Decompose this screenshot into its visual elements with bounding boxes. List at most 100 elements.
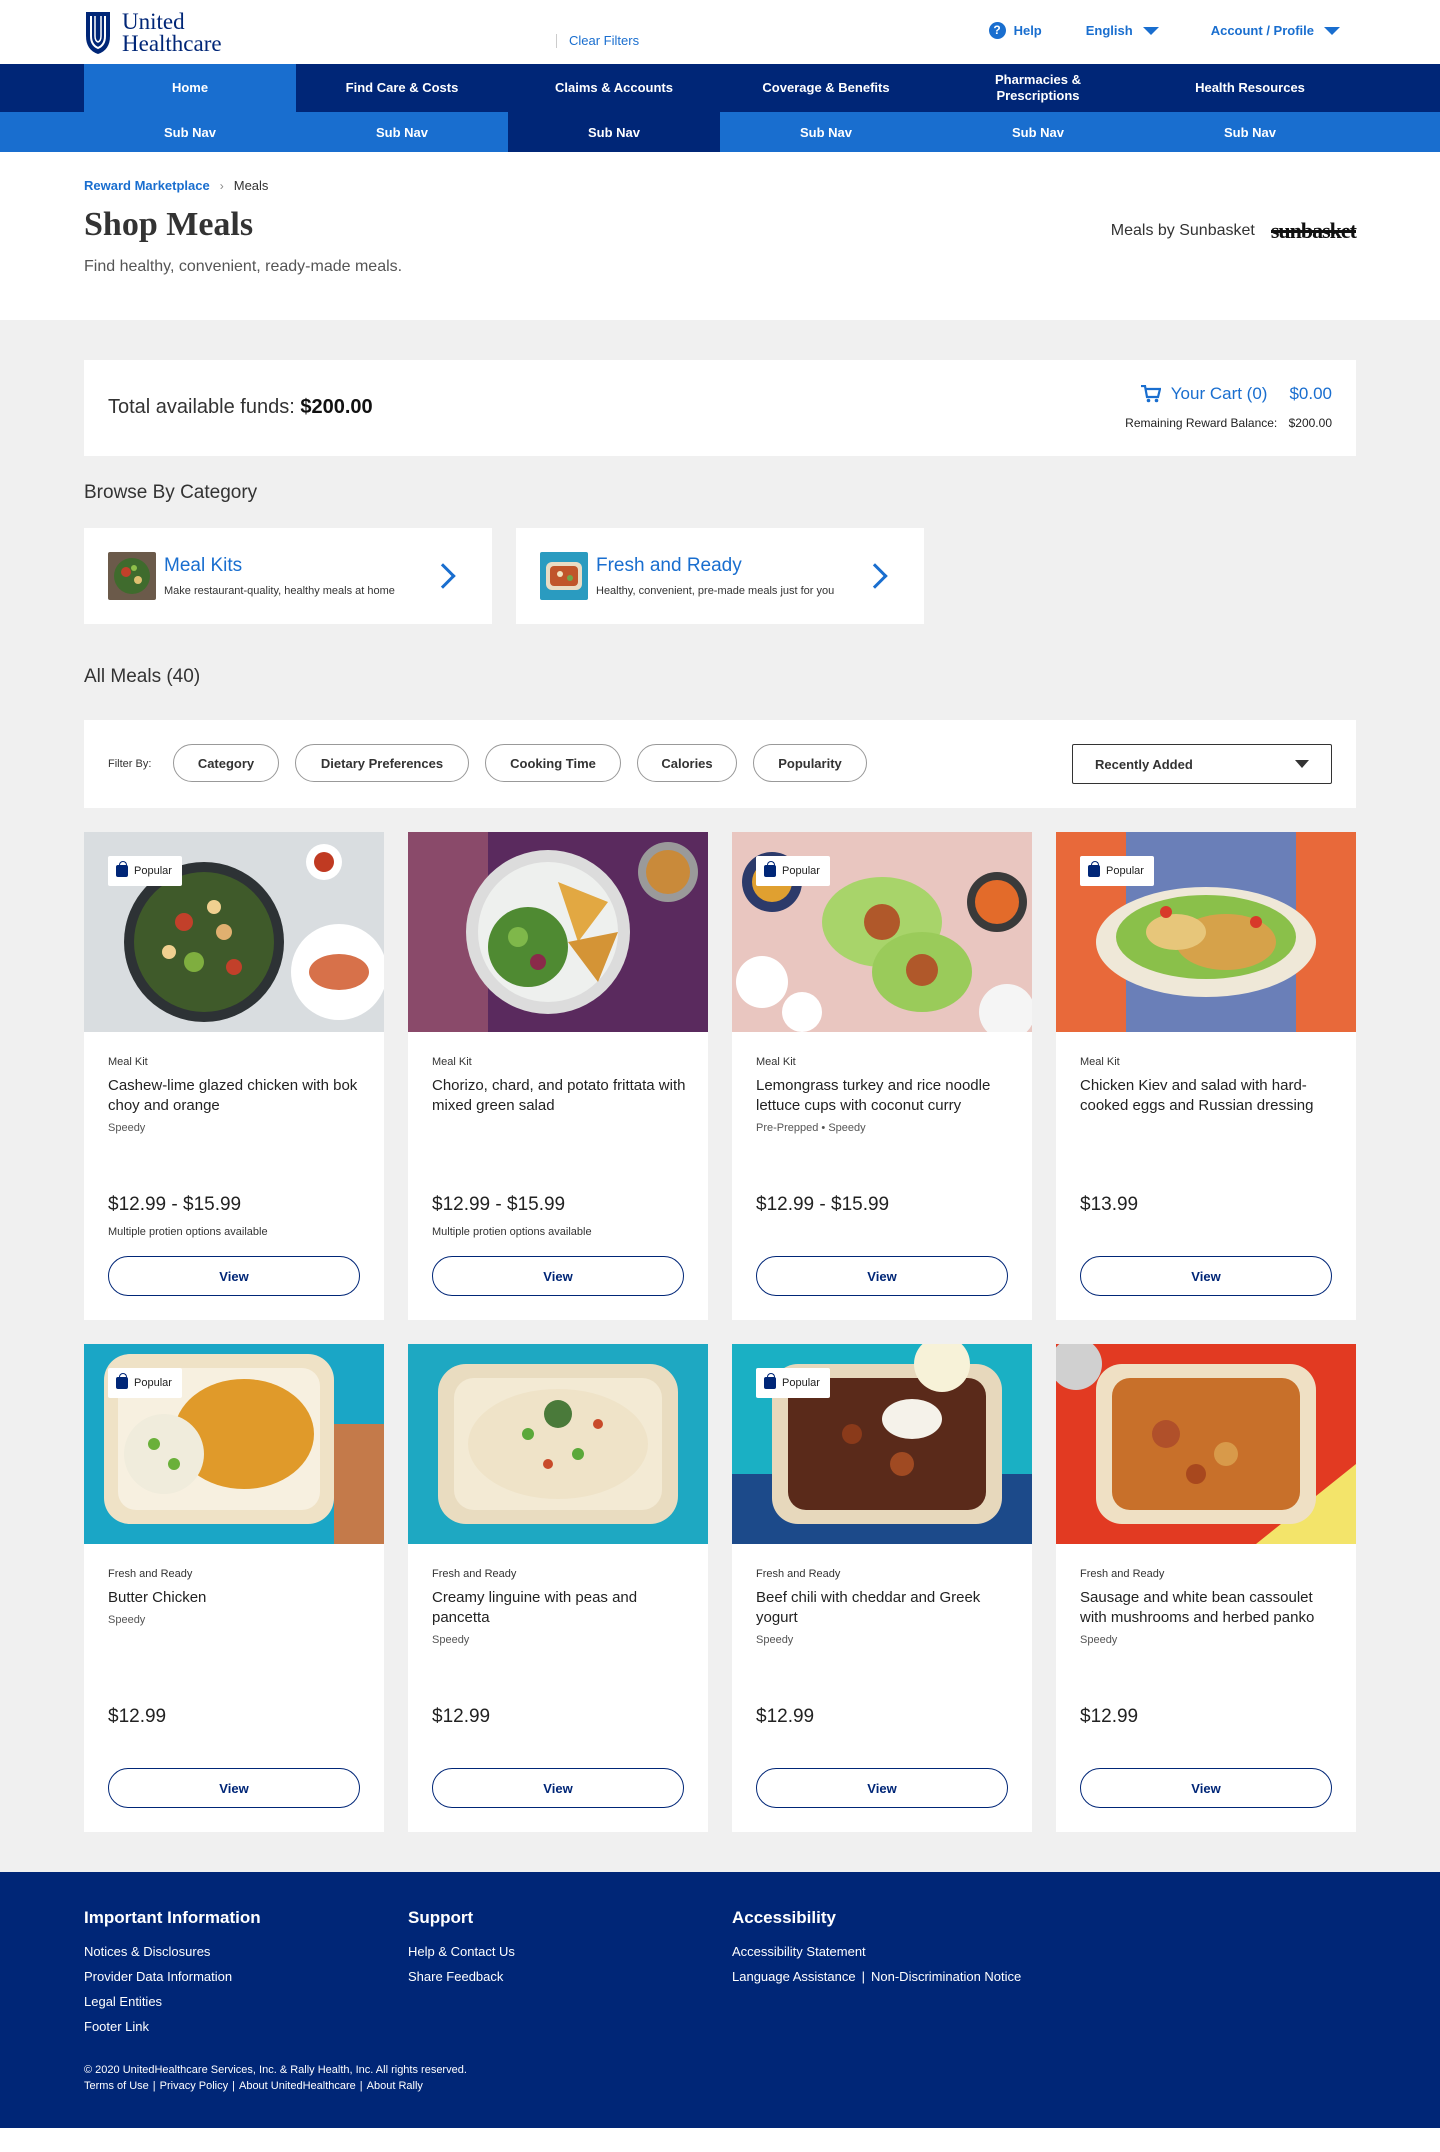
account-dropdown[interactable]: Account / Profile	[1211, 23, 1340, 38]
chevron-right-icon	[862, 563, 888, 589]
cart-label: Your Cart (0)	[1170, 384, 1268, 403]
popular-label: Popular	[134, 865, 172, 877]
lock-icon	[764, 861, 776, 877]
chevron-right-icon: ›	[219, 178, 224, 193]
copyright: © 2020 UnitedHealthcare Services, Inc. &…	[84, 2064, 467, 2076]
meal-photo	[1056, 1344, 1356, 1544]
meal-card[interactable]: Popular Meal Kit Cashew-lime glazed chic…	[84, 832, 384, 1320]
breadcrumb-parent-link[interactable]: Reward Marketplace	[84, 178, 210, 193]
meal-title[interactable]: Butter Chicken	[108, 1588, 368, 1608]
footer-link[interactable]: Non-Discrimination Notice	[871, 1969, 1021, 1984]
meal-category: Fresh and Ready	[432, 1568, 517, 1580]
help-link[interactable]: ? Help	[988, 22, 1042, 39]
nav-item-pharmacies[interactable]: Pharmacies & Prescriptions	[932, 64, 1144, 112]
meal-title[interactable]: Cashew-lime glazed chicken with bok choy…	[108, 1076, 368, 1116]
view-button[interactable]: View	[432, 1768, 684, 1808]
sub-nav-item[interactable]: Sub Nav	[1144, 112, 1356, 152]
footer-link[interactable]: Help & Contact Us	[408, 1944, 515, 1959]
funds-amount: $200.00	[300, 396, 373, 418]
sub-nav-item[interactable]: Sub Nav	[720, 112, 932, 152]
meal-category: Fresh and Ready	[756, 1568, 841, 1580]
meal-title[interactable]: Chicken Kiev and salad with hard-cooked …	[1080, 1076, 1340, 1116]
meal-card[interactable]: Popular Meal Kit Lemongrass turkey and r…	[732, 832, 1032, 1320]
page-header: Reward Marketplace › Meals Shop Meals Fi…	[0, 152, 1440, 320]
meal-photo-art	[1056, 1344, 1356, 1544]
meal-price: $12.99 - $15.99	[432, 1194, 566, 1215]
meal-tags: Speedy	[108, 1614, 146, 1626]
clear-filters-link[interactable]: Clear Filters	[556, 34, 639, 48]
cart-link[interactable]: Your Cart (0) $0.00	[1140, 384, 1332, 404]
legal-link[interactable]: Privacy Policy	[160, 2080, 228, 2092]
nav-item-home[interactable]: Home	[84, 64, 296, 112]
sort-dropdown[interactable]: Recently Added	[1072, 744, 1332, 784]
nav-item-coverage[interactable]: Coverage & Benefits	[720, 64, 932, 112]
footer-link[interactable]: Share Feedback	[408, 1969, 515, 1984]
footer-link[interactable]: Provider Data Information	[84, 1969, 261, 1984]
meal-price: $12.99	[756, 1706, 815, 1727]
category-card-fresh-ready[interactable]: Fresh and Ready Healthy, convenient, pre…	[516, 528, 924, 624]
filter-bar: Filter By: Category Dietary Preferences …	[84, 720, 1356, 808]
meal-note: Multiple protien options available	[432, 1226, 592, 1238]
footer-link[interactable]: Footer Link	[84, 2019, 261, 2034]
meal-card[interactable]: Popular Fresh and Ready Beef chili with …	[732, 1344, 1032, 1832]
view-button[interactable]: View	[1080, 1256, 1332, 1296]
nav-item-claims[interactable]: Claims & Accounts	[508, 64, 720, 112]
meal-title[interactable]: Lemongrass turkey and rice noodle lettuc…	[756, 1076, 1016, 1116]
language-dropdown[interactable]: English	[1086, 23, 1159, 38]
filter-calories[interactable]: Calories	[637, 744, 737, 782]
view-button[interactable]: View	[108, 1768, 360, 1808]
footer-link[interactable]: Notices & Disclosures	[84, 1944, 261, 1959]
sub-nav-item[interactable]: Sub Nav	[932, 112, 1144, 152]
legal-link[interactable]: About UnitedHealthcare	[239, 2080, 356, 2092]
meal-card[interactable]: Popular Fresh and Ready Butter Chicken S…	[84, 1344, 384, 1832]
meal-category: Meal Kit	[108, 1056, 148, 1068]
meal-photo: Popular	[732, 832, 1032, 1032]
main-content: Total available funds: $200.00 Your Cart…	[0, 320, 1440, 1872]
meal-card[interactable]: Fresh and Ready Sausage and white bean c…	[1056, 1344, 1356, 1832]
chevron-down-icon	[1142, 26, 1159, 35]
filter-cooking-time[interactable]: Cooking Time	[485, 744, 621, 782]
meal-card[interactable]: Popular Meal Kit Chicken Kiev and salad …	[1056, 832, 1356, 1320]
legal-link[interactable]: Terms of Use	[84, 2080, 149, 2092]
footer-heading: Support	[408, 1908, 474, 1927]
link-separator: |	[152, 2080, 156, 2092]
meal-title[interactable]: Chorizo, chard, and potato frittata with…	[432, 1076, 692, 1116]
lock-icon	[764, 1373, 776, 1389]
nav-item-health-resources[interactable]: Health Resources	[1144, 64, 1356, 112]
sub-nav-item[interactable]: Sub Nav	[84, 112, 296, 152]
meal-title[interactable]: Sausage and white bean cassoulet with mu…	[1080, 1588, 1340, 1628]
meal-photo-art	[408, 1344, 708, 1544]
meal-photo	[408, 832, 708, 1032]
legal-link[interactable]: About Rally	[367, 2080, 423, 2092]
footer-link[interactable]: Legal Entities	[84, 1994, 261, 2009]
sub-nav-item[interactable]: Sub Nav	[508, 112, 720, 152]
view-button[interactable]: View	[432, 1256, 684, 1296]
meal-title[interactable]: Beef chili with cheddar and Greek yogurt	[756, 1588, 1016, 1628]
lock-icon	[1088, 861, 1100, 877]
uhc-logo[interactable]: United Healthcare	[84, 10, 222, 56]
meal-title[interactable]: Creamy linguine with peas and pancetta	[432, 1588, 692, 1628]
view-button[interactable]: View	[756, 1256, 1008, 1296]
view-button[interactable]: View	[1080, 1768, 1332, 1808]
meal-price: $12.99	[108, 1706, 167, 1727]
funds-label: Total available funds:	[108, 396, 295, 418]
footer-column-important: Important Information Notices & Disclosu…	[84, 1908, 261, 2044]
view-button[interactable]: View	[108, 1256, 360, 1296]
meal-photo	[408, 1344, 708, 1544]
category-card-meal-kits[interactable]: Meal Kits Make restaurant-quality, healt…	[84, 528, 492, 624]
meal-card[interactable]: Meal Kit Chorizo, chard, and potato frit…	[408, 832, 708, 1320]
footer-link[interactable]: Accessibility Statement	[732, 1944, 1021, 1959]
meal-photo: Popular	[84, 832, 384, 1032]
chevron-right-icon	[430, 563, 456, 589]
nav-item-find-care[interactable]: Find Care & Costs	[296, 64, 508, 112]
sub-nav-item[interactable]: Sub Nav	[296, 112, 508, 152]
cart-amount: $0.00	[1289, 384, 1332, 403]
filter-dietary-preferences[interactable]: Dietary Preferences	[295, 744, 469, 782]
filter-popularity[interactable]: Popularity	[753, 744, 867, 782]
chevron-down-icon	[1295, 760, 1309, 768]
footer-link[interactable]: Language Assistance	[732, 1969, 856, 1984]
popular-label: Popular	[782, 1377, 820, 1389]
meal-card[interactable]: Fresh and Ready Creamy linguine with pea…	[408, 1344, 708, 1832]
view-button[interactable]: View	[756, 1768, 1008, 1808]
filter-category[interactable]: Category	[173, 744, 279, 782]
